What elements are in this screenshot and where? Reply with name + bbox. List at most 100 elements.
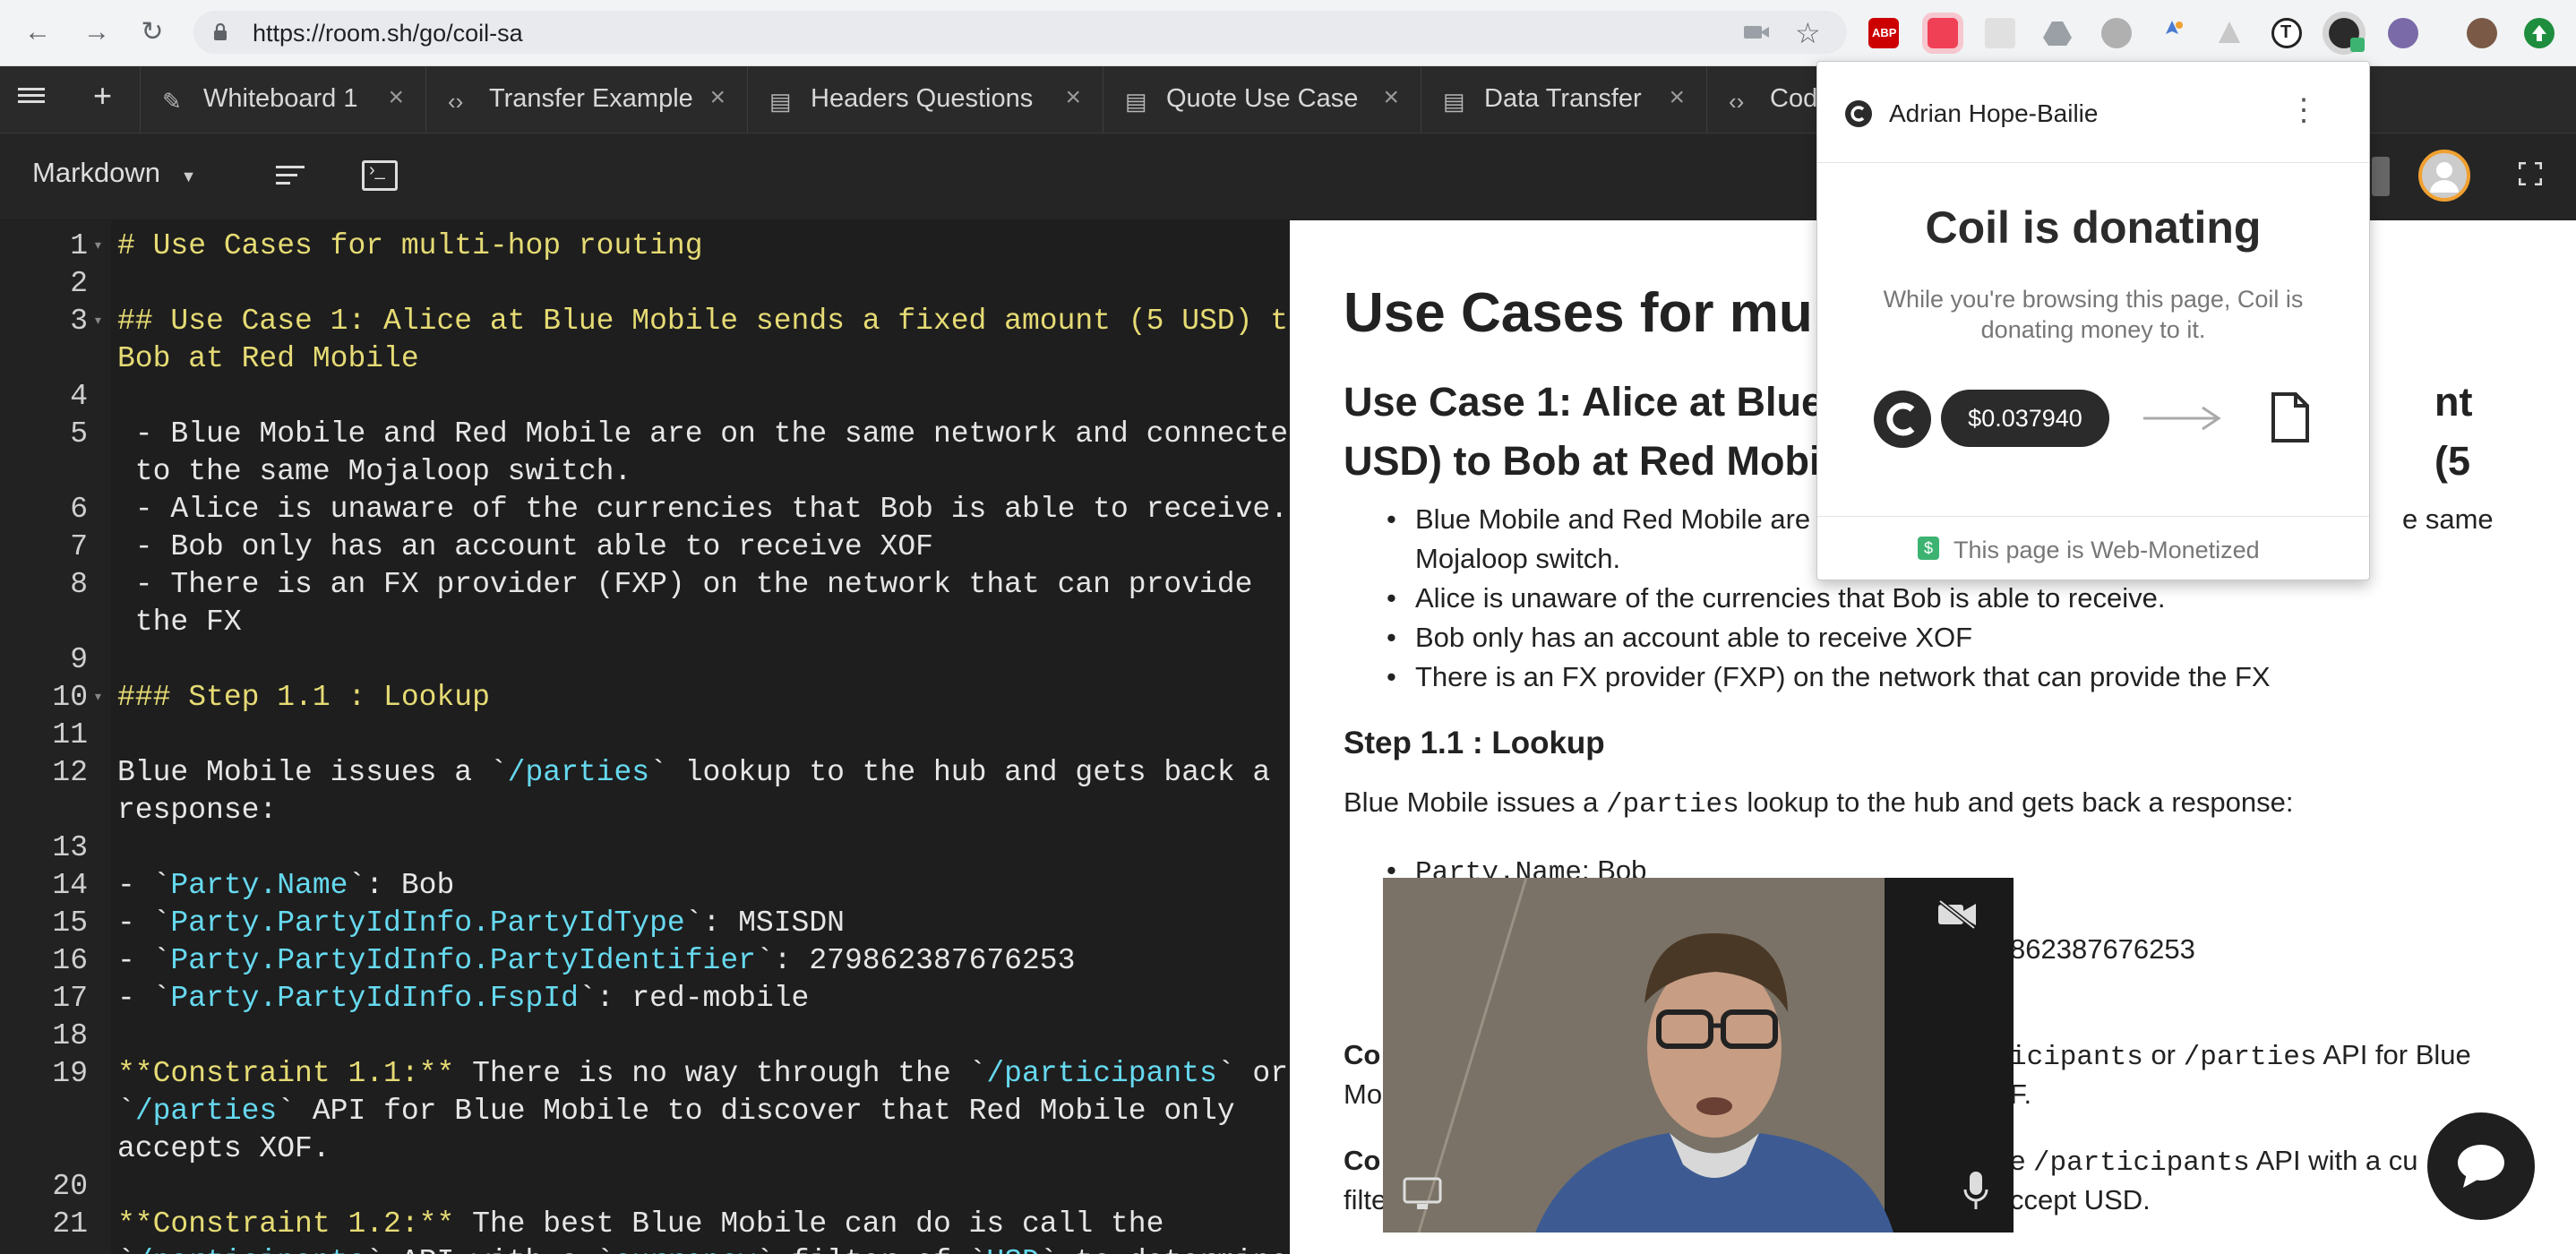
list-item: Bob only has an account able to receive …: [1387, 618, 2508, 657]
line-number: 1: [70, 229, 88, 262]
video-call-tile[interactable]: [1383, 878, 2014, 1233]
coil-popup-header: Adrian Hope-Bailie ⋮: [1817, 62, 2369, 163]
coil-popup-footer: $ This page is Web-Monetized: [1817, 516, 2369, 580]
circle-icon[interactable]: [2101, 18, 2132, 48]
coil-icon[interactable]: [2329, 18, 2365, 52]
fullscreen-icon[interactable]: [2518, 161, 2543, 186]
tab-transfer-example[interactable]: ‹› Transfer Example ×: [426, 66, 748, 133]
code-text: `/parties` API for Blue Mobile to discov…: [117, 1095, 1235, 1128]
camera-blocked-icon[interactable]: [1743, 23, 1770, 41]
user-avatar[interactable]: [2418, 150, 2470, 202]
constraint-1-tail: F.: [2010, 1078, 2032, 1110]
tab-data-transfer[interactable]: ▤ Data Transfer ×: [1421, 66, 1707, 133]
mode-select[interactable]: Markdown ▼: [32, 157, 196, 189]
line-number: 20: [52, 1170, 88, 1203]
update-icon[interactable]: [2524, 18, 2555, 48]
coil-subtitle-1: While you're browsing this page, Coil is: [1883, 286, 2304, 313]
grid-icon[interactable]: [1985, 18, 2015, 48]
more-menu-icon[interactable]: ⋮: [2288, 92, 2319, 128]
close-icon[interactable]: ×: [388, 82, 404, 113]
markdown-editor[interactable]: ▾ 1 # Use Cases for multi-hop routing 2 ▾ 3 ##…: [0, 220, 1290, 1254]
chat-button[interactable]: [2427, 1112, 2535, 1220]
camera-off-icon[interactable]: [1936, 899, 1978, 934]
code-text: accepts XOF.: [117, 1132, 331, 1165]
close-icon[interactable]: ×: [1669, 82, 1685, 113]
tab-code[interactable]: ‹› Cod: [1707, 66, 1833, 133]
code-text: - `Party.PartyIdInfo.PartyIdentifier`: 2…: [117, 944, 1076, 977]
mode-label: Markdown: [32, 157, 160, 188]
video-frame: [1383, 878, 2014, 1233]
document-icon: ▤: [1125, 88, 1147, 115]
close-icon[interactable]: ×: [1383, 82, 1399, 113]
code-text: - There is an FX provider (FXP) on the n…: [117, 568, 1253, 601]
coil-user-name: Adrian Hope-Bailie: [1889, 99, 2099, 127]
chevron-down-icon: ▼: [180, 167, 197, 185]
line-number: 17: [52, 982, 88, 1015]
code-text: **Constraint 1.1:** There is no way thro…: [117, 1057, 1289, 1090]
preview-h3: Step 1.1 : Lookup: [1344, 726, 1605, 760]
party-identifier-tail: 862387676253: [2010, 933, 2195, 965]
line-number: 6: [70, 493, 88, 526]
add-tab-icon[interactable]: +: [93, 77, 112, 115]
fold-icon[interactable]: ▾: [93, 228, 103, 265]
line-number: 5: [70, 417, 88, 451]
tab-quote-use-case[interactable]: ▤ Quote Use Case ×: [1103, 66, 1421, 133]
donation-amount-badge: $0.037940: [1941, 390, 2109, 447]
wrap-icon[interactable]: [276, 166, 305, 185]
line-number: 12: [52, 756, 88, 789]
terminal-icon[interactable]: ›_: [362, 160, 398, 191]
star-icon[interactable]: ☆: [1795, 16, 1821, 50]
document-icon: ▤: [1443, 88, 1465, 115]
code-text: # Use Cases for multi-hop routing: [117, 229, 703, 262]
cat-icon[interactable]: [2388, 18, 2418, 48]
pocket-icon[interactable]: [1928, 18, 1958, 48]
code-text: response:: [117, 794, 278, 827]
reload-button[interactable]: ↻: [136, 16, 168, 48]
rocket-icon[interactable]: [2157, 18, 2187, 48]
fold-icon[interactable]: ▾: [93, 303, 103, 340]
constraint-1-right: icipants or /parties API for Blue: [2010, 1039, 2471, 1073]
page-icon: [2271, 392, 2309, 442]
code-text: - Alice is unaware of the currencies tha…: [117, 493, 1289, 526]
back-button[interactable]: ←: [21, 16, 54, 48]
code-text: - `Party.PartyIdInfo.FspId`: red-mobile: [117, 982, 810, 1015]
abp-icon[interactable]: ABP: [1868, 18, 1899, 48]
coil-title: Coil is donating: [1925, 202, 2262, 253]
toolbar-button[interactable]: [2372, 157, 2390, 196]
line-number: 13: [52, 831, 88, 864]
code-text: the FX: [117, 606, 242, 639]
code-text: `/participants` API with a `currency` fi…: [117, 1243, 1288, 1254]
web-monetized-text: This page is Web-Monetized: [1953, 537, 2260, 563]
constraint-2-tail: ccept USD.: [2010, 1184, 2151, 1215]
chat-icon: [2458, 1145, 2504, 1188]
drive-icon[interactable]: [2042, 18, 2073, 48]
forward-button[interactable]: →: [81, 16, 113, 48]
url-text[interactable]: https://room.sh/go/coil-sa: [253, 20, 523, 47]
close-icon[interactable]: ×: [1065, 82, 1081, 113]
tab-label: Cod: [1770, 84, 1818, 113]
fold-icon[interactable]: ▾: [93, 679, 103, 717]
coil-logo-icon: [1874, 391, 1931, 448]
address-bar[interactable]: https://room.sh/go/coil-sa ☆: [193, 11, 1847, 54]
avatar[interactable]: [2467, 18, 2497, 48]
code-text: ## Use Case 1: Alice at Blue Mobile send…: [117, 305, 1290, 338]
preview-h1: Use Cases for mul: [1344, 282, 1828, 344]
shield-icon[interactable]: [2214, 18, 2245, 48]
arrow-right-icon: [2143, 406, 2221, 431]
tab-label: Whiteboard 1: [203, 84, 358, 113]
screen-share-icon[interactable]: [1403, 1177, 1442, 1215]
microphone-icon[interactable]: [1963, 1170, 1988, 1215]
close-icon[interactable]: ×: [709, 82, 726, 113]
list-item: There is an FX provider (FXP) on the net…: [1387, 657, 2508, 697]
t-icon[interactable]: T: [2271, 18, 2302, 48]
code-text: - `Party.PartyIdInfo.PartyIdType`: MSISD…: [117, 906, 845, 940]
tab-headers-questions[interactable]: ▤ Headers Questions ×: [748, 66, 1103, 133]
coil-popup: Adrian Hope-Bailie ⋮ Coil is donating Wh…: [1816, 61, 2370, 580]
code-text: **Constraint 1.2:** The best Blue Mobile…: [117, 1207, 1164, 1241]
code-icon: ‹›: [1729, 88, 1745, 115]
code-text: - Bob only has an account able to receiv…: [117, 530, 933, 563]
browser-chrome: ← → ↻ https://room.sh/go/coil-sa ☆ ABP T: [0, 0, 2576, 66]
menu-icon[interactable]: [18, 84, 45, 107]
tab-whiteboard-1[interactable]: ✎ Whiteboard 1 ×: [141, 66, 426, 133]
line-number: 8: [70, 568, 88, 601]
